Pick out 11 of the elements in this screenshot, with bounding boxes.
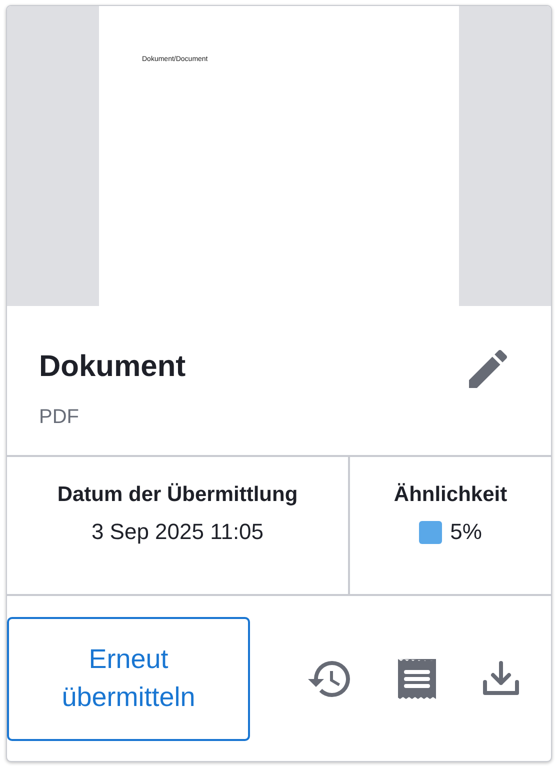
resubmit-button[interactable]: Erneut übermitteln [7, 616, 250, 740]
download-icon[interactable] [482, 660, 520, 698]
document-type: PDF [39, 406, 80, 429]
receipt-icon[interactable] [398, 658, 436, 698]
history-icon[interactable] [308, 660, 352, 696]
similarity-value: 5% [450, 519, 482, 545]
date-label: Datum der Übermittlung [57, 483, 298, 507]
date-value: 3 Sep 2025 11:05 [91, 519, 264, 545]
similarity-label: Ähnlichkeit [394, 483, 508, 507]
edit-icon[interactable] [469, 350, 507, 388]
document-title: Dokument [39, 350, 186, 384]
